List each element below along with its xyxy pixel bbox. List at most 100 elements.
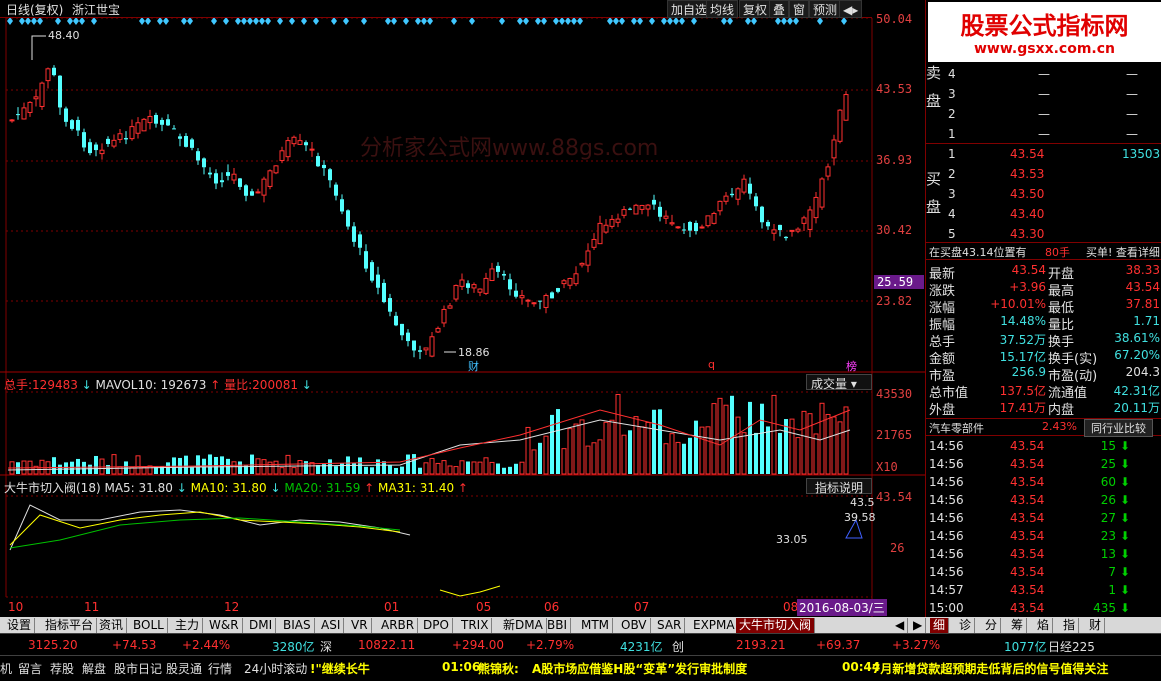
candle-body-down [76,119,80,131]
add-watchlist-button[interactable]: 加自选 [667,0,712,18]
candle-body-up [129,126,135,140]
tab-16[interactable]: MTM [578,618,614,633]
tab-14[interactable]: 新DMA [500,618,547,633]
tab-11[interactable]: ARBR [378,618,419,633]
tab-13[interactable]: TRIX [458,618,493,633]
ma-button[interactable]: 均线 [706,0,739,18]
sell-row[interactable]: 1— — [926,126,1161,144]
candle-body-up [519,295,525,299]
indicator-value: 43.5 [850,496,875,509]
buy-row[interactable]: 2 43.53 [926,166,1161,184]
stock-name[interactable]: 浙江世宝 [72,1,120,18]
candle-body-down [244,185,248,196]
tab-5[interactable]: 主力 [172,618,204,633]
tab-4[interactable]: BOLL [130,618,168,633]
scroll-left-icon[interactable]: ◀ [892,618,909,633]
side-tab-6[interactable]: 指 [1060,618,1080,633]
volume-bar-down [64,462,68,474]
tab-2[interactable]: 指标平台 [42,618,98,633]
candle-body-up [801,217,807,224]
quote-row: 市盈 256.9 市盈(动) 204.3 [929,365,1160,384]
tab-17[interactable]: OBV [618,618,651,633]
buy-row[interactable]: 3 43.50 [926,186,1161,204]
news-item[interactable]: 机 [0,660,12,677]
news-item[interactable]: 留言 [18,660,42,677]
buy-status-row[interactable]: 在买盘43.14位置有 80手 买单! 查看详细 [926,242,1161,260]
sector-name[interactable]: 汽车零部件 [929,420,984,436]
candle-body-down [628,208,632,210]
date-tick: 10 [8,600,24,614]
tab-20[interactable]: 大牛市切入阀 [736,618,816,633]
candle-body-down [82,132,86,148]
side-tab-4[interactable]: 筹 [1008,618,1028,633]
news-item[interactable]: 01:06 [442,660,480,674]
news-item[interactable]: 股市日记 [114,660,162,677]
tab-6[interactable]: W&R [206,618,243,633]
q-marker[interactable]: q [708,358,715,371]
news-item[interactable]: A股市场应借鉴H股“变革”发行审批制度 [532,660,747,677]
news-item[interactable]: 荐股 [50,660,74,677]
news-item[interactable]: !"继续长牛 [310,660,370,677]
tab-1[interactable]: 设置 [4,618,36,633]
side-tab-2[interactable]: 诊 [956,618,976,633]
sell-row[interactable]: 3— — [926,86,1161,104]
news-item[interactable]: 股灵通 [166,660,202,677]
scroll-right-icon[interactable]: ▶ [910,618,927,633]
side-tab-1[interactable]: 细 [930,618,950,633]
tab-7[interactable]: DMI [246,618,277,633]
overlay-button[interactable]: 叠 [769,0,790,18]
volume-dropdown[interactable]: 成交量 ▾ [806,374,872,391]
volume-bar-down [304,461,308,474]
buy-row[interactable]: 1 43.54 13503 [926,146,1161,164]
side-tab-7[interactable]: 财 [1086,618,1106,633]
menu-arrow-icon[interactable]: ◀▸ [839,0,863,18]
chart-titlebar: 日线(复权) 浙江世宝 加自选 均线 复权 叠 窗 预测 ◀▸ [0,0,872,18]
news-item[interactable]: 24小时滚动 [244,660,307,677]
date-tick: 06 [544,600,560,614]
rank-marker[interactable]: 榜 [846,358,857,374]
tab-3[interactable]: 资讯 [96,618,128,633]
forecast-button[interactable]: 预测 [809,0,842,18]
candle-body-down [304,142,308,146]
news-item[interactable]: 熊锦秋: [478,660,519,677]
candle-body-down [346,210,350,227]
volume-bar-down [760,403,764,474]
side-tab-5[interactable]: 焰 [1034,618,1054,633]
volume-bar-down [382,461,386,474]
indicator-help-button[interactable]: 指标说明 [806,478,872,495]
candle-body-down [502,274,506,276]
window-button[interactable]: 窗 [789,0,810,18]
tab-10[interactable]: VR [348,618,372,633]
tab-18[interactable]: SAR [654,618,686,633]
news-item[interactable]: 7月新增贷款超预期走低背后的信号值得关注 [872,660,1108,677]
finance-marker[interactable]: 财 [468,358,479,374]
candle-body-up [735,188,741,200]
index-value: +74.53 [112,638,157,652]
buy-row[interactable]: 4 43.40 [926,206,1161,224]
tab-19[interactable]: EXPMA [690,618,739,633]
sell-row[interactable]: 4— — [926,66,1161,84]
volume-bar-down [82,461,86,474]
candle-body-down [412,340,416,351]
volume-bar-down [106,464,110,474]
candle-body-down [760,206,764,223]
peer-compare-button[interactable]: 同行业比较 [1084,419,1153,437]
news-item[interactable]: 解盘 [82,660,106,677]
tick-row: 14:56 43.54 13 ⬇ [929,547,1131,561]
candle-body-down [196,151,200,161]
tab-15[interactable]: BBI [544,618,572,633]
tab-8[interactable]: BIAS [280,618,315,633]
candle-body-up [273,165,279,174]
period-label[interactable]: 日线(复权) [6,1,63,18]
candle-body-up [789,229,795,232]
candle-body-down [550,292,554,299]
tab-9[interactable]: ASI [318,618,345,633]
kline-chart-area[interactable] [0,0,925,617]
candle-body-down [226,172,230,176]
sell-row[interactable]: 2— — [926,106,1161,124]
news-item[interactable]: 行情 [208,660,232,677]
tab-12[interactable]: DPO [420,618,453,633]
side-tab-3[interactable]: 分 [982,618,1002,633]
volume-bar-down [628,430,632,474]
adjust-button[interactable]: 复权 [739,0,772,18]
